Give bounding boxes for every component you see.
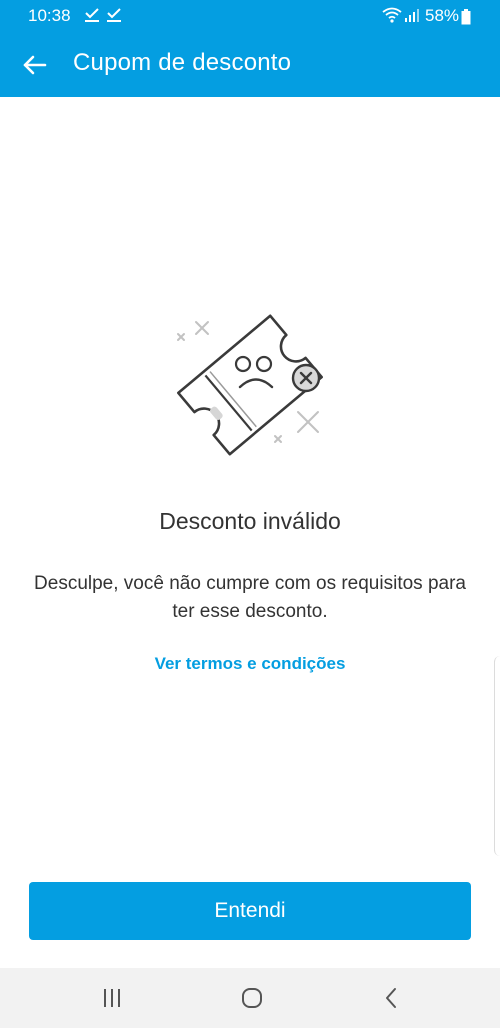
app-bar: Cupom de desconto [0,32,500,97]
download-complete-icon [106,6,122,29]
scroll-edge [494,656,500,856]
recents-icon[interactable] [98,986,128,1010]
status-time: 10:38 [28,6,71,25]
error-heading: Desconto inválido [159,508,341,534]
battery-percentage: 58% [425,6,460,25]
home-icon[interactable] [237,986,267,1010]
battery-icon [461,9,471,30]
invalid-coupon-illustration [160,300,340,470]
status-bar: 10:38 58% [0,0,500,32]
terms-link[interactable]: Ver termos e condições [0,654,500,674]
understood-button-label: Entendi [214,899,286,922]
close-badge-icon [291,363,321,393]
wifi-icon [382,6,402,29]
signal-icon [404,8,422,28]
arrow-left-icon[interactable] [20,50,50,80]
understood-button[interactable]: Entendi [29,882,471,940]
page-title: Cupom de desconto [73,49,292,76]
system-nav-bar [0,968,500,1028]
back-icon[interactable] [377,986,407,1010]
error-message: Desculpe, você não cumpre com os requisi… [34,573,466,622]
download-complete-icon [84,6,100,29]
